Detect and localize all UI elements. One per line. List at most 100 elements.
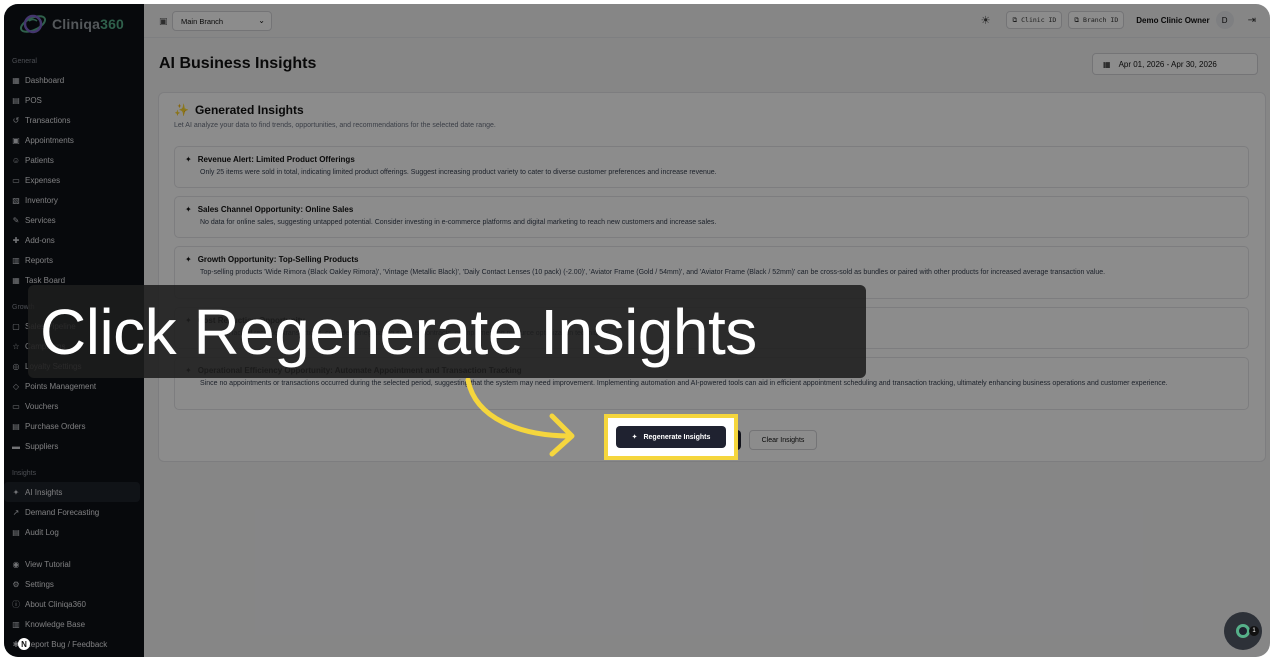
sidebar-item-demand-forecasting[interactable]: ↗ Demand Forecasting bbox=[4, 502, 140, 522]
calendar-icon: ▦ bbox=[1103, 59, 1111, 69]
branch-id-button[interactable]: ⧉ Branch ID bbox=[1068, 11, 1125, 29]
theme-toggle-icon[interactable]: ☀ bbox=[981, 14, 991, 27]
sidebar-item-knowledge-base[interactable]: ▥ Knowledge Base bbox=[4, 614, 140, 634]
branch-icon: ▣ bbox=[159, 16, 168, 26]
calendar-icon: ▣ bbox=[12, 135, 20, 145]
sidebar-item-label: About Cliniqa360 bbox=[25, 599, 86, 609]
logo-text: Cliniqa360 bbox=[52, 16, 124, 32]
ticket-icon: ▭ bbox=[12, 401, 20, 411]
sidebar-item-appointments[interactable]: ▣ Appointments bbox=[4, 130, 140, 150]
sidebar-item-ai-insights[interactable]: ✦ AI Insights bbox=[4, 482, 140, 502]
topbar-right: ☀ ⧉ Clinic ID ⧉ Branch ID Demo Clinic Ow… bbox=[981, 11, 1256, 29]
bar-chart-icon: ▥ bbox=[12, 255, 20, 265]
sidebar-item-label: Appointments bbox=[25, 135, 74, 145]
wand-icon: ✦ bbox=[185, 155, 192, 164]
grid-icon: ▦ bbox=[12, 75, 20, 85]
wand-icon: ✦ bbox=[185, 205, 192, 214]
sidebar-item-pos[interactable]: ▤ POS bbox=[4, 90, 140, 110]
sidebar-item-label: Points Management bbox=[25, 381, 97, 391]
insight-title: ✦ Sales Channel Opportunity: Online Sales bbox=[185, 205, 1238, 214]
sidebar-item-transactions[interactable]: ↺ Transactions bbox=[4, 110, 140, 130]
sidebar-item-patients[interactable]: ☺ Patients bbox=[4, 150, 140, 170]
sidebar-item-view-tutorial[interactable]: ◉ View Tutorial bbox=[4, 554, 140, 574]
star-icon: ☆ bbox=[12, 341, 20, 351]
app-logo[interactable]: Cliniqa360 bbox=[4, 4, 144, 44]
chat-badge: 1 bbox=[1249, 626, 1259, 636]
sidebar-section-insights: Insights bbox=[12, 470, 37, 477]
sidebar-item-expenses[interactable]: ▭ Expenses bbox=[4, 170, 140, 190]
sidebar-item-add-ons[interactable]: ✚ Add-ons bbox=[4, 230, 140, 250]
highlight-box: ✦ Regenerate Insights bbox=[604, 414, 738, 460]
users-icon: ☺ bbox=[11, 155, 21, 165]
register-icon: ▤ bbox=[12, 95, 20, 105]
avatar[interactable]: D bbox=[1215, 11, 1234, 29]
insight-title-text: Sales Channel Opportunity: Online Sales bbox=[197, 205, 354, 214]
info-icon: ⓘ bbox=[12, 599, 20, 609]
sidebar-item-about-cliniqa360[interactable]: ⓘ About Cliniqa360 bbox=[4, 594, 140, 614]
insight-body: Top-selling products 'Wide Rimora (Black… bbox=[200, 269, 1106, 276]
date-range-picker[interactable]: ▦ Apr 01, 2026 - Apr 30, 2026 bbox=[1092, 53, 1258, 75]
log-icon: ▤ bbox=[12, 527, 20, 537]
sidebar-item-label: Knowledge Base bbox=[25, 619, 86, 629]
sidebar-item-label: Demand Forecasting bbox=[25, 507, 100, 517]
logout-icon[interactable]: ⇥ bbox=[1248, 15, 1256, 26]
sidebar-item-reports[interactable]: ▥ Reports bbox=[4, 250, 140, 270]
logo-prefix: Cliniqa bbox=[52, 16, 101, 32]
sidebar-item-points-management[interactable]: ◇ Points Management bbox=[4, 376, 140, 396]
trend-icon: ↗ bbox=[12, 507, 20, 517]
copy-icon: ⧉ bbox=[1012, 15, 1018, 24]
insight-body: Only 25 items were sold in total, indica… bbox=[200, 169, 717, 176]
sidebar-item-inventory[interactable]: ▧ Inventory bbox=[4, 190, 140, 210]
sidebar-item-label: Reports bbox=[25, 255, 54, 265]
highlighted-regenerate-label: Regenerate Insights bbox=[643, 433, 711, 441]
sidebar-item-label: Report Bug / Feedback bbox=[25, 639, 108, 649]
sidebar-item-label: Patients bbox=[25, 155, 54, 165]
sidebar-item-label: Services bbox=[25, 215, 56, 225]
sidebar-item-label: Task Board bbox=[25, 275, 66, 285]
sidebar-item-dashboard[interactable]: ▦ Dashboard bbox=[4, 70, 140, 90]
sidebar-item-audit-log[interactable]: ▤ Audit Log bbox=[4, 522, 140, 542]
sidebar-item-suppliers[interactable]: ▬ Suppliers bbox=[4, 436, 140, 456]
insight-body: No data for online sales, suggesting unt… bbox=[200, 219, 717, 226]
clinic-id-label: Clinic ID bbox=[1021, 16, 1057, 24]
clinic-id-button[interactable]: ⧉ Clinic ID bbox=[1006, 11, 1063, 29]
chat-launcher[interactable]: 1 bbox=[1224, 612, 1262, 650]
sidebar-item-vouchers[interactable]: ▭ Vouchers bbox=[4, 396, 140, 416]
gear-icon: ⚙ bbox=[12, 579, 20, 589]
insight-title: ✦ Growth Opportunity: Top-Selling Product… bbox=[185, 255, 1238, 264]
insight-title-text: Growth Opportunity: Top-Selling Products bbox=[197, 255, 359, 264]
sidebar-item-settings[interactable]: ⚙ Settings bbox=[4, 574, 140, 594]
sidebar-item-services[interactable]: ✎ Services bbox=[4, 210, 140, 230]
board-icon: ▦ bbox=[12, 275, 20, 285]
insight-item: ✦ Revenue Alert: Limited Product Offering… bbox=[174, 146, 1249, 188]
loyalty-icon: ◎ bbox=[12, 361, 20, 371]
sidebar-item-label: Transactions bbox=[25, 115, 71, 125]
insight-body: Since no appointments or transactions oc… bbox=[200, 380, 1168, 387]
sidebar-item-purchase-orders[interactable]: ▤ Purchase Orders bbox=[4, 416, 140, 436]
insights-card: ✨ Generated Insights Let AI analyze your… bbox=[158, 92, 1266, 462]
sidebar-section-general: General bbox=[12, 58, 37, 65]
sidebar-item-label: Expenses bbox=[25, 175, 61, 185]
pointer-arrow-icon bbox=[465, 378, 575, 457]
sidebar-item-label: POS bbox=[25, 95, 42, 105]
insights-card-subtitle: Let AI analyze your data to find trends,… bbox=[174, 122, 496, 129]
highlighted-regenerate-button[interactable]: ✦ Regenerate Insights bbox=[616, 426, 726, 448]
n-badge-icon: N bbox=[18, 638, 30, 650]
branch-select[interactable]: Main Branch ⌄ bbox=[172, 11, 272, 31]
sidebar-item-label: View Tutorial bbox=[25, 559, 71, 569]
branch-id-label: Branch ID bbox=[1083, 16, 1119, 24]
sidebar-item-label: Purchase Orders bbox=[25, 421, 86, 431]
sidebar-item-label: Suppliers bbox=[25, 441, 59, 451]
insight-title: ✦ Revenue Alert: Limited Product Offering… bbox=[185, 155, 1238, 164]
sidebar-item-label: Audit Log bbox=[25, 527, 59, 537]
puzzle-icon: ✚ bbox=[12, 235, 20, 245]
logo-globe-icon bbox=[19, 14, 47, 34]
date-range-value: Apr 01, 2026 - Apr 30, 2026 bbox=[1118, 59, 1217, 69]
wand-icon: ✨ bbox=[174, 103, 189, 117]
branch-select-value: Main Branch bbox=[181, 16, 224, 26]
sidebar-item-label: Settings bbox=[25, 579, 54, 589]
services-icon: ✎ bbox=[12, 215, 20, 225]
clear-insights-button[interactable]: Clear Insights bbox=[749, 430, 817, 450]
wallet-icon: ▭ bbox=[12, 175, 20, 185]
